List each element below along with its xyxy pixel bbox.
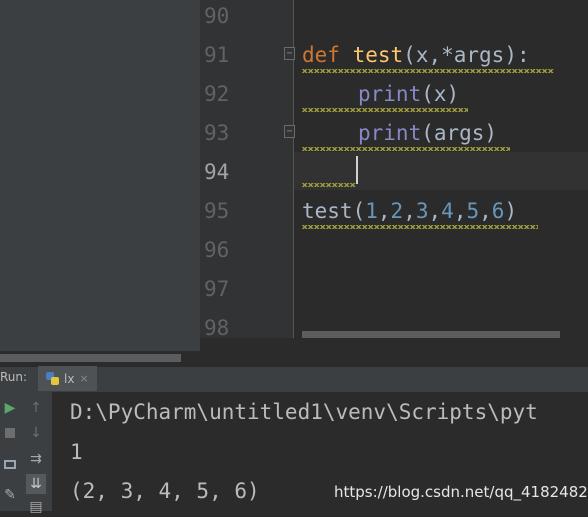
scroll-end-icon[interactable]: ⇊	[26, 474, 46, 494]
fold-minus-icon[interactable]: −	[284, 47, 295, 60]
fold-minus-icon[interactable]: −	[284, 125, 295, 138]
play-icon[interactable]: ▶	[0, 398, 20, 418]
warning-underline	[302, 183, 356, 187]
editor-horizontal-scrollbar[interactable]	[302, 331, 560, 338]
run-tab-label: lx	[64, 371, 75, 386]
line-number: 92	[204, 82, 230, 106]
line-number: 95	[204, 199, 230, 223]
builtin-print: print	[358, 82, 422, 106]
print-icon[interactable]: ▤	[26, 497, 46, 517]
console-line: (2, 3, 4, 5, 6)	[70, 479, 260, 503]
warning-underline	[302, 69, 554, 73]
arrow-down-icon[interactable]: ↓	[26, 423, 46, 443]
line-number: 93	[204, 121, 230, 145]
line-number: 91	[204, 43, 230, 67]
number-literal: 2	[390, 199, 404, 223]
line-number: 97	[204, 277, 230, 301]
stop-icon[interactable]	[0, 423, 20, 443]
call-args: (args)	[421, 121, 498, 145]
text-caret	[356, 156, 358, 184]
code-line-95[interactable]: test(1,2,3,4,5,6)	[302, 199, 517, 223]
number-literal: 6	[491, 199, 505, 223]
line-number-current: 94	[204, 160, 230, 184]
console-line: D:\PyCharm\untitled1\venv\Scripts\pyt	[70, 400, 538, 424]
line-number: 98	[204, 316, 230, 340]
keyword-def: def	[302, 43, 340, 67]
warning-underline	[302, 108, 468, 112]
python-icon	[46, 372, 59, 385]
number-literal: 3	[415, 199, 429, 223]
project-panel	[0, 0, 200, 351]
arrow-up-icon[interactable]: ↑	[26, 398, 46, 418]
line-number: 90	[204, 4, 230, 28]
wrap-icon[interactable]: ⇉	[26, 449, 46, 469]
number-literal: 1	[365, 199, 378, 223]
run-label: Run:	[0, 370, 28, 384]
run-toolbar: ▶ ✎ ↑ ↓ ⇉ ⇊ ▤	[0, 392, 52, 515]
code-line-92[interactable]: print(x)	[358, 82, 459, 106]
number-literal: 4	[441, 199, 454, 223]
code-line-91[interactable]: def test(x,*args):	[302, 43, 530, 67]
paren: )	[504, 199, 518, 223]
line-number: 96	[204, 238, 230, 262]
project-panel-scrollbar[interactable]	[0, 354, 181, 362]
builtin-print: print	[358, 121, 422, 145]
call-name: test	[302, 199, 353, 223]
watermark: https://blog.csdn.net/qq_41824825	[334, 483, 588, 501]
signature: (x,*args):	[403, 43, 530, 67]
function-name: test	[352, 43, 404, 67]
console-line: 1	[70, 440, 83, 464]
call-args: (x)	[421, 82, 460, 106]
layout-icon[interactable]	[0, 454, 20, 474]
number-literal: 5	[466, 199, 480, 223]
code-line-93[interactable]: print(args)	[358, 121, 497, 145]
warning-underline	[302, 147, 510, 151]
warning-underline	[302, 225, 538, 229]
close-icon[interactable]: ×	[79, 372, 88, 385]
pin-icon[interactable]: ✎	[0, 485, 20, 505]
paren: (	[352, 199, 366, 223]
run-tab-lx[interactable]: lx ×	[38, 366, 97, 391]
